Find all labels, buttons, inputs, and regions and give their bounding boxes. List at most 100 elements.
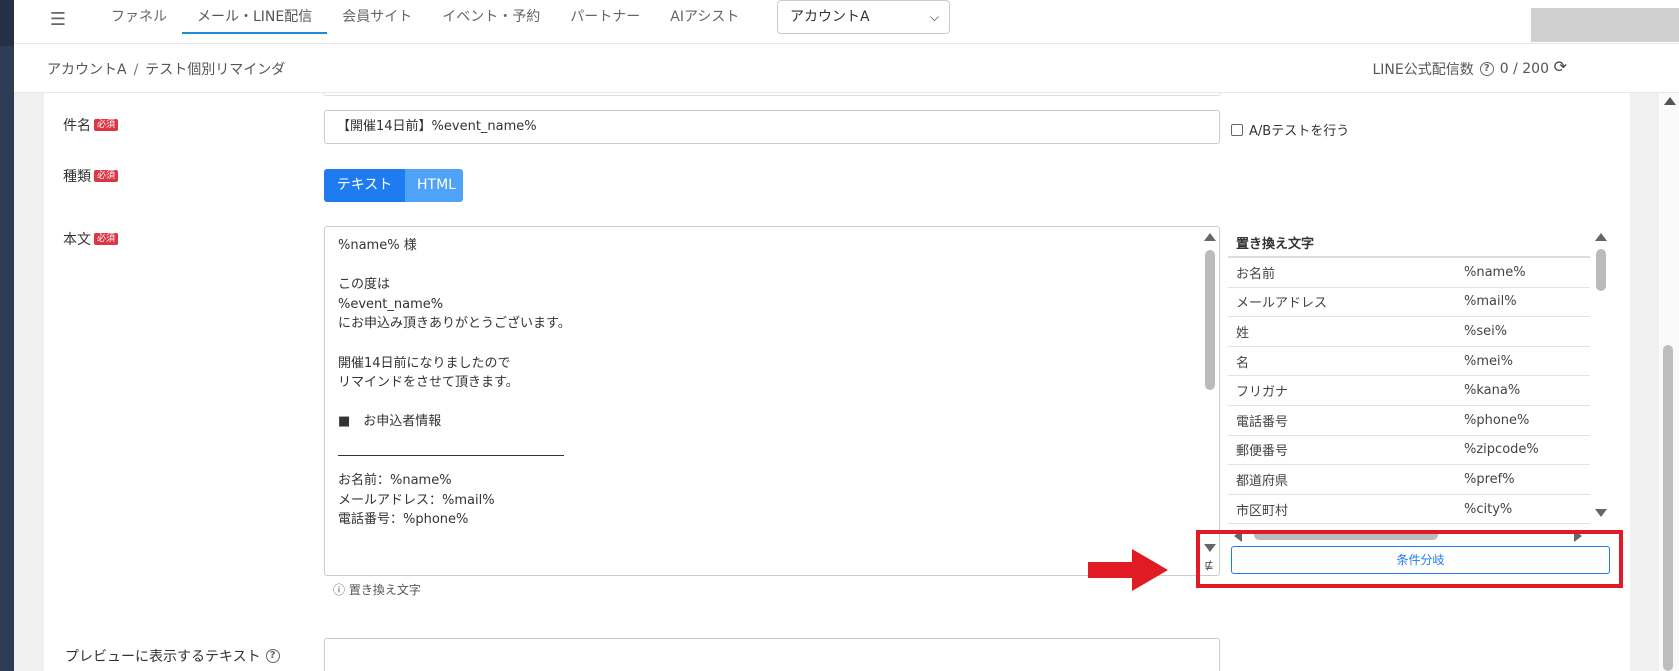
ab-test-label: A/Bテストを行う [1249, 124, 1350, 139]
replacement-key: メールアドレス [1236, 296, 1328, 312]
line-count-label: LINE公式配信数 [1372, 62, 1474, 78]
hamburger-menu-icon[interactable]: ☰ [48, 10, 68, 30]
previous-input-edge [323, 93, 1221, 96]
scroll-up-icon[interactable] [1664, 97, 1676, 105]
required-badge: 必須 [94, 233, 119, 245]
scroll-down-icon[interactable] [1595, 509, 1607, 517]
replacement-value: %mei% [1464, 353, 1513, 369]
preview-label-text: プレビューに表示するテキスト [65, 649, 261, 665]
chevron-down-icon: ⌵ [929, 10, 939, 24]
subject-label: 件名 必須 [63, 115, 119, 135]
body-line [338, 432, 571, 452]
breadcrumb-item-current: テスト個別リマインダ [145, 62, 286, 78]
nav-tab-ai-assist[interactable]: AIアシスト [655, 0, 754, 34]
replacement-vertical-scrollbar[interactable] [1592, 226, 1610, 522]
replacement-key: 郵便番号 [1236, 444, 1289, 460]
page-scrollbar[interactable] [1659, 93, 1679, 671]
body-text: %name% 様 この度は %event_name% にお申込み頂きありがとうござい… [338, 236, 571, 530]
replacement-key: お名前 [1236, 266, 1276, 282]
nav-tab-member-site[interactable]: 会員サイト [327, 0, 427, 34]
breadcrumb-separator: / [133, 62, 139, 78]
body-divider-line [338, 455, 564, 456]
replacement-row[interactable]: お名前 %name% [1228, 258, 1590, 288]
replacement-value: %zipcode% [1464, 442, 1539, 458]
replacement-row[interactable]: 郵便番号 %zipcode% [1228, 436, 1590, 466]
body-line: メールアドレス：%mail% [338, 492, 495, 508]
breadcrumb-item-account[interactable]: アカウントA [47, 62, 127, 78]
checkbox-icon[interactable] [1231, 123, 1243, 136]
replacement-key: 名 [1236, 355, 1250, 371]
replacement-value: %pref% [1464, 471, 1515, 487]
required-badge: 必須 [94, 170, 119, 182]
help-icon[interactable]: ? [265, 649, 280, 663]
account-select-value: アカウントA [790, 9, 870, 25]
page-scrollbar-thumb[interactable] [1663, 345, 1673, 671]
preview-label: プレビューに表示するテキスト ? [65, 646, 280, 666]
body-line [338, 256, 571, 276]
replacement-key: 市区町村 [1236, 503, 1289, 519]
breadcrumb-bar: アカウントA / テスト個別リマインダ LINE公式配信数 ? 0 / 200 ⟳ [14, 45, 1679, 93]
replacement-row[interactable]: 名 %mei% [1228, 347, 1590, 377]
body-line: 電話番号：%phone% [338, 512, 469, 528]
body-scrollbar-thumb[interactable] [1205, 250, 1215, 390]
subject-label-text: 件名 [63, 118, 91, 134]
nav-tab-mail-line[interactable]: メール・LINE配信 [182, 0, 328, 34]
body-line: 開催14日前になりましたので [338, 355, 511, 371]
body-scrollbar[interactable] [1200, 226, 1219, 576]
replacement-value: %name% [1464, 264, 1526, 280]
replacement-hint[interactable]: ⓘ 置き換え文字 [333, 581, 421, 598]
replacement-row[interactable]: フリガナ %kana% [1228, 376, 1590, 406]
required-badge: 必須 [94, 119, 119, 131]
nav-tab-event[interactable]: イベント・予約 [427, 0, 555, 34]
type-text-button[interactable]: テキスト [324, 169, 405, 202]
body-label: 本文 必須 [63, 229, 119, 249]
type-label: 種類 必須 [63, 166, 119, 186]
scroll-up-icon[interactable] [1595, 233, 1607, 241]
body-line: ■ お申込者情報 [338, 414, 442, 430]
replacement-value: %kana% [1464, 383, 1521, 399]
line-count-value: 0 / 200 [1499, 61, 1549, 77]
ab-test-checkbox[interactable]: A/Bテストを行う [1231, 120, 1349, 139]
replacement-row[interactable]: 電話番号 %phone% [1228, 406, 1590, 436]
nav-tabs: ファネル メール・LINE配信 会員サイト イベント・予約 パートナー AIアシ… [96, 0, 754, 34]
replacement-value: %phone% [1464, 412, 1530, 428]
body-line [338, 393, 571, 413]
replacement-row[interactable]: 都道府県 %pref% [1228, 465, 1590, 495]
body-line [338, 334, 571, 354]
info-icon: ⓘ [333, 583, 346, 597]
subject-input[interactable]: 【開催14日前】%event_name% [324, 110, 1220, 144]
top-navigation: ☰ ファネル メール・LINE配信 会員サイト イベント・予約 パートナー AI… [14, 0, 1679, 44]
breadcrumb: アカウントA / テスト個別リマインダ [47, 59, 285, 79]
account-select[interactable]: アカウントA ⌵ [777, 0, 950, 34]
red-arrow-icon [1088, 549, 1168, 591]
replacement-row[interactable]: メールアドレス %mail% [1228, 288, 1590, 318]
replacement-row[interactable]: 姓 %sei% [1228, 317, 1590, 347]
scroll-up-icon[interactable] [1204, 233, 1216, 241]
replacement-value: %mail% [1464, 294, 1517, 310]
replacement-key: 姓 [1236, 325, 1250, 341]
body-line: にお申込み頂きありがとうございます。 [338, 316, 571, 332]
type-html-button[interactable]: HTML [405, 169, 463, 202]
replacement-scrollbar-thumb[interactable] [1596, 249, 1606, 291]
left-sidebar-strip [0, 0, 14, 671]
body-textarea[interactable]: %name% 様 この度は %event_name% にお申込み頂きありがとうござい… [324, 226, 1220, 576]
type-toggle: テキスト HTML [324, 169, 463, 202]
replacement-value: %city% [1464, 501, 1513, 517]
replacement-key: 都道府県 [1236, 473, 1289, 489]
body-label-text: 本文 [63, 232, 91, 248]
nav-tab-funnel[interactable]: ファネル [96, 0, 182, 34]
body-line: お名前：%name% [338, 473, 452, 489]
body-line: リマインドをさせて頂きます。 [338, 375, 519, 391]
refresh-icon[interactable]: ⟳ [1554, 57, 1567, 76]
replacement-hint-text: 置き換え文字 [348, 583, 421, 597]
nav-tab-partner[interactable]: パートナー [555, 0, 655, 34]
line-count: LINE公式配信数 ? 0 / 200 [1373, 59, 1550, 79]
body-line: この度は [338, 277, 391, 293]
preview-text-input[interactable] [324, 638, 1220, 671]
red-highlight-box [1196, 530, 1623, 588]
user-menu-redacted[interactable] [1531, 8, 1679, 42]
page-gutter-left [14, 93, 44, 671]
body-line: %name% 様 [338, 238, 417, 253]
replacement-row[interactable]: 市区町村 %city% [1228, 495, 1590, 525]
help-icon[interactable]: ? [1479, 62, 1494, 76]
